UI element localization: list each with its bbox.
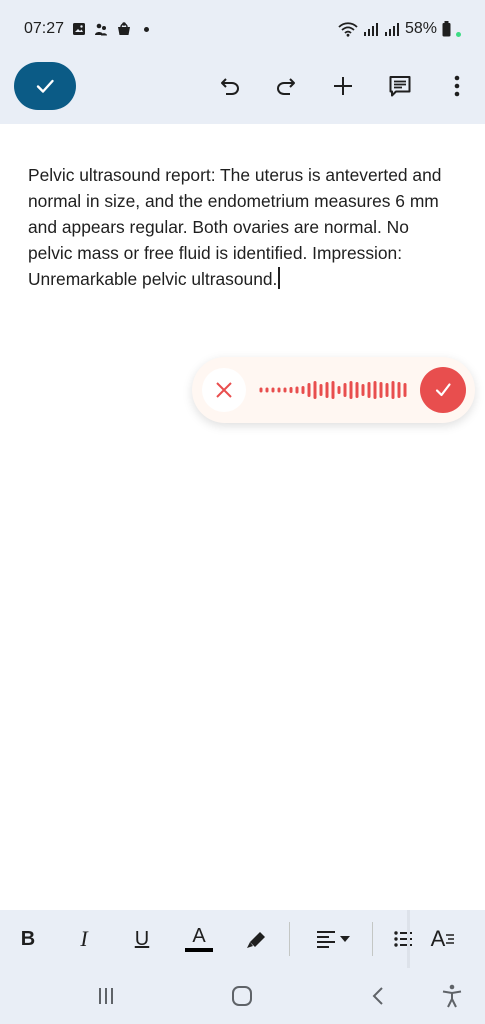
waveform-bar [289,387,293,393]
waveform-bar [313,381,317,399]
chevron-down-icon [340,936,350,942]
text-color-button[interactable]: A [184,920,214,958]
waveform-bar [397,382,401,398]
format-separator [289,922,290,956]
waveform-bar [265,387,269,393]
bold-button[interactable]: B [14,920,42,958]
redo-button[interactable] [266,66,306,106]
people-icon [94,22,108,36]
highlight-button[interactable] [240,920,274,958]
waveform-bar [295,386,299,394]
lines-icon [446,934,455,944]
align-button[interactable] [310,920,356,958]
align-left-icon [317,931,335,948]
document-text: Pelvic ultrasound report: The uterus is … [28,165,442,289]
more-vert-icon [454,75,460,97]
status-bar: 07:27 58% [0,0,485,58]
recent-apps-icon [99,988,113,1004]
document-body[interactable]: Pelvic ultrasound report: The uterus is … [28,162,458,292]
undo-button[interactable] [210,66,250,106]
redo-icon [276,78,295,95]
waveform [259,381,407,399]
text-color-label: A [192,925,206,947]
waveform-bar [319,384,323,396]
close-icon [216,382,232,398]
waveform-bar [355,382,359,398]
text-cursor [278,267,281,289]
signal-icon [384,22,400,36]
more-dot-icon [144,26,150,32]
back-chevron-icon [372,987,383,1005]
waveform-bar [367,382,371,398]
text-color-swatch [185,948,213,952]
waveform-bar [325,382,329,398]
editor-toolbar [0,58,485,124]
highlighter-icon [246,932,268,951]
waveform-bar [361,384,365,396]
status-left: 07:27 [24,20,150,38]
waveform-bar [403,383,407,397]
bag-icon [116,21,132,37]
bulleted-list-icon [394,931,412,947]
privacy-indicator-dot [456,31,461,37]
waveform-bar [301,386,305,394]
text-style-label: A [430,926,446,951]
accessibility-icon [442,984,462,1008]
comment-icon [389,76,411,97]
plus-icon [334,77,352,95]
insert-button[interactable] [323,66,363,106]
waveform-bar [373,381,377,399]
list-button[interactable] [390,920,416,958]
waveform-bar [283,387,287,393]
check-icon [36,79,54,93]
undo-icon [221,78,240,95]
waveform-bar [271,387,275,393]
check-icon [435,383,451,397]
waveform-bar [259,387,263,393]
gallery-icon [72,22,86,36]
back-button[interactable] [356,980,400,1012]
battery-percent: 58% [404,20,437,37]
accessibility-button[interactable] [430,980,474,1012]
waveform-bar [337,386,341,394]
status-right: 58% [338,20,461,38]
formatting-bar: B I U A A [0,910,485,968]
waveform-bar [349,381,353,399]
recent-apps-button[interactable] [84,980,128,1012]
waveform-bar [331,381,335,399]
signal-icon [363,22,379,36]
waveform-bar [343,383,347,397]
waveform-bar [385,383,389,397]
waveform-bar [307,383,311,397]
waveform-bar [277,387,281,393]
home-icon [232,986,252,1006]
voice-typing-panel [192,357,475,423]
status-time: 07:27 [24,20,65,37]
format-separator [372,922,373,956]
comment-button[interactable] [380,66,420,106]
voice-cancel-button[interactable] [202,368,246,412]
scroll-edge [407,910,410,968]
italic-button[interactable]: I [70,920,98,958]
battery-icon [442,21,451,37]
waveform-bar [379,382,383,398]
wifi-icon [338,21,358,37]
system-nav-bar [0,968,485,1024]
done-button[interactable] [14,62,76,110]
home-button[interactable] [220,980,264,1012]
underline-button[interactable]: U [128,920,156,958]
waveform-bar [391,381,395,399]
voice-confirm-button[interactable] [420,367,466,413]
text-style-button[interactable]: A [426,920,460,958]
more-options-button[interactable] [437,66,477,106]
